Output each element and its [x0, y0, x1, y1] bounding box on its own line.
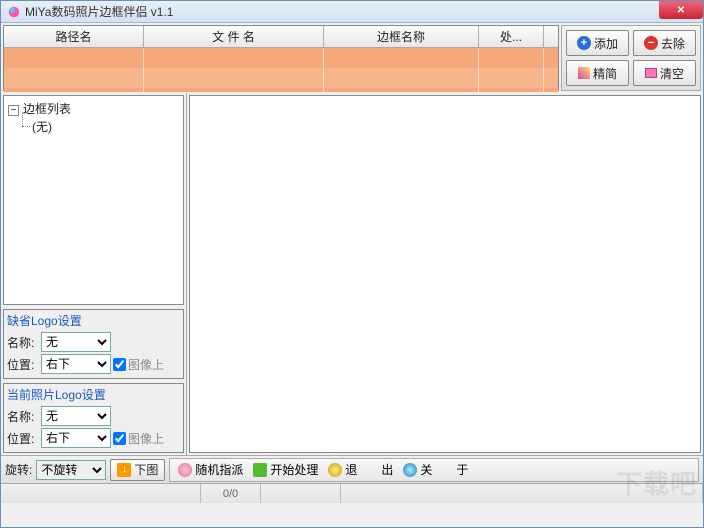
on-image-label: 图像上 [128, 430, 164, 447]
add-button[interactable]: +添加 [566, 30, 629, 56]
window-title: MiYa数码照片边框伴侣 v1.1 [25, 3, 173, 20]
expand-icon[interactable]: − [8, 105, 19, 116]
left-pane: −边框列表 (无) 缺省Logo设置 名称: 无 位置: 右下 图像上 当前照片… [1, 93, 187, 455]
column-process[interactable]: 处... [479, 26, 544, 47]
titlebar: MiYa数码照片边框伴侣 v1.1 ✕ [1, 1, 703, 23]
random-assign-button[interactable]: 随机指派 [174, 460, 247, 480]
start-process-button[interactable]: 开始处理 [249, 460, 322, 480]
current-logo-name-select[interactable]: 无 [41, 406, 111, 426]
group-legend: 当前照片Logo设置 [7, 386, 180, 403]
wand-icon [578, 67, 590, 79]
status-bar: 0/0 [1, 483, 703, 503]
default-on-image-checkbox[interactable] [113, 358, 126, 371]
bottom-toolbar: 旋转: 不旋转 ↓下图 随机指派 开始处理 退 出 关 于 [1, 455, 703, 483]
exit-button[interactable]: 退 出 [324, 460, 397, 480]
name-label: 名称: [7, 408, 39, 425]
down-arrow-icon: ↓ [117, 463, 131, 477]
next-image-button[interactable]: ↓下图 [110, 459, 165, 481]
on-image-label: 图像上 [128, 356, 164, 373]
tree-child-empty[interactable]: (无) [32, 118, 179, 135]
group-legend: 缺省Logo设置 [7, 312, 180, 329]
rotate-label: 旋转: [5, 461, 32, 478]
column-frame[interactable]: 边框名称 [324, 26, 479, 47]
pos-label: 位置: [7, 430, 39, 447]
tree-root[interactable]: −边框列表 [8, 100, 179, 118]
plus-icon: + [577, 36, 591, 50]
default-logo-name-select[interactable]: 无 [41, 332, 111, 352]
info-icon [403, 463, 417, 477]
app-icon [7, 5, 21, 19]
grid-body[interactable] [4, 48, 558, 92]
clear-button[interactable]: 清空 [633, 60, 696, 86]
file-grid[interactable]: 路径名 文 件 名 边框名称 处... [3, 25, 559, 91]
minus-icon: − [644, 36, 658, 50]
simplify-button[interactable]: 精简 [566, 60, 629, 86]
status-cell [341, 484, 703, 503]
eraser-icon [645, 68, 657, 78]
status-counter: 0/0 [201, 484, 261, 503]
column-filename[interactable]: 文 件 名 [144, 26, 324, 47]
play-icon [253, 463, 267, 477]
exit-icon [328, 463, 342, 477]
status-cell [1, 484, 201, 503]
about-button[interactable]: 关 于 [399, 460, 472, 480]
action-panel: +添加 −去除 精简 清空 [561, 25, 701, 91]
remove-button[interactable]: −去除 [633, 30, 696, 56]
pos-label: 位置: [7, 356, 39, 373]
flower-icon [178, 463, 192, 477]
close-button[interactable]: ✕ [659, 1, 703, 19]
frame-tree[interactable]: −边框列表 (无) [3, 95, 184, 305]
grid-header: 路径名 文 件 名 边框名称 处... [4, 26, 558, 48]
column-path[interactable]: 路径名 [4, 26, 144, 47]
rotate-select[interactable]: 不旋转 [36, 460, 106, 480]
current-logo-group: 当前照片Logo设置 名称: 无 位置: 右下 图像上 [3, 383, 184, 453]
preview-pane [189, 95, 701, 453]
name-label: 名称: [7, 334, 39, 351]
main-toolbar: 随机指派 开始处理 退 出 关 于 [169, 458, 699, 482]
status-cell [261, 484, 341, 503]
current-logo-pos-select[interactable]: 右下 [41, 428, 111, 448]
current-on-image-checkbox[interactable] [113, 432, 126, 445]
default-logo-pos-select[interactable]: 右下 [41, 354, 111, 374]
default-logo-group: 缺省Logo设置 名称: 无 位置: 右下 图像上 [3, 309, 184, 379]
